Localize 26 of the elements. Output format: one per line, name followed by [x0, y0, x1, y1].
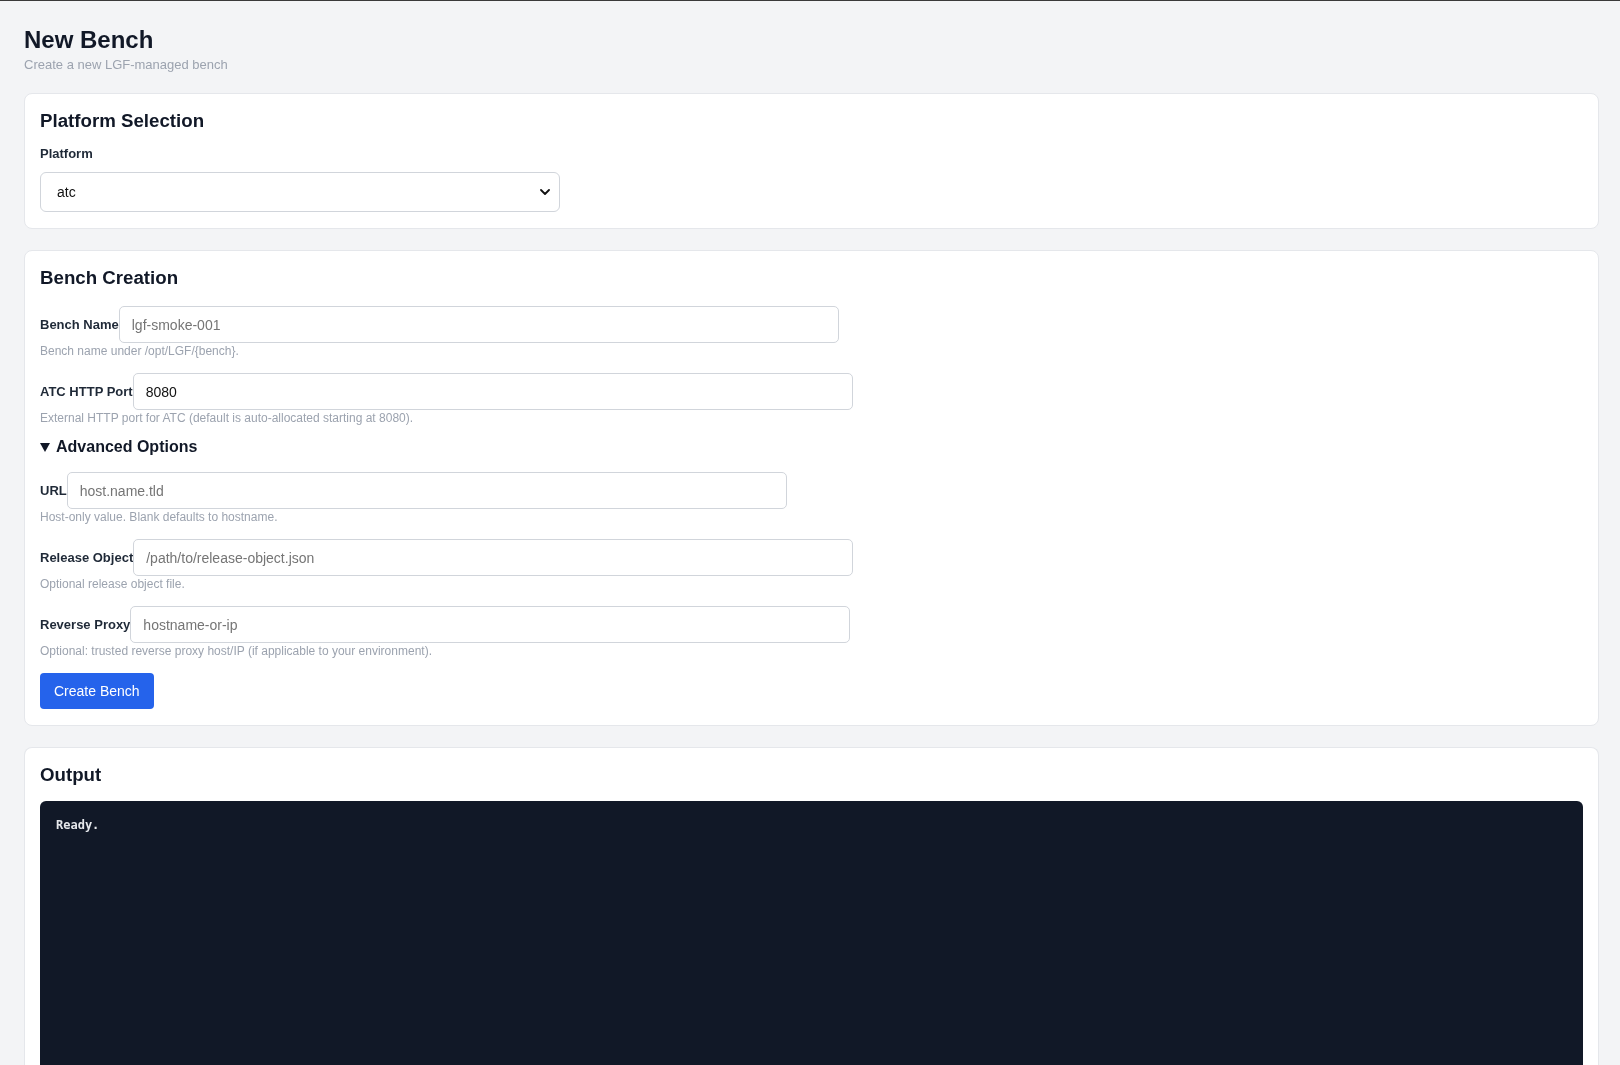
help-text: Optional release object file.: [40, 576, 186, 592]
field-label: Platform: [40, 146, 94, 162]
field-label: URL: [40, 482, 67, 499]
create-button[interactable]: Create Bench: [40, 673, 154, 709]
advanced-options-toggle[interactable]: Advanced Options: [40, 437, 198, 457]
page-subtitle: Create a new LGF-managed bench: [24, 57, 229, 73]
section-title: Platform Selection: [40, 110, 206, 132]
field-label: Bench Name: [40, 316, 119, 333]
input-field[interactable]: /path/to/release-object.json: [133, 539, 854, 576]
input-field[interactable]: 8080: [132, 373, 853, 410]
input-field[interactable]: hostname-or-ip: [130, 606, 851, 643]
help-text: External HTTP port for ATC (default is auto-allocated starting at 8080).: [40, 410, 415, 426]
platform-select[interactable]: atc: [40, 172, 560, 212]
help-text: Host-only value. Blank defaults to hostname.: [40, 509, 279, 525]
section-title: Bench Creation: [40, 267, 180, 289]
input-field[interactable]: lgf-smoke-001: [118, 306, 839, 343]
field-label: ATC HTTP Port: [40, 383, 133, 400]
page-title: New Bench: [24, 25, 155, 55]
chevron-icon: [540, 189, 550, 195]
field-label: Reverse Proxy: [40, 616, 131, 633]
output-console: Ready.: [40, 801, 1583, 1065]
help-text: Optional: trusted reverse proxy host/IP (if applicable to your environment).: [40, 643, 433, 659]
section-title: Output: [40, 764, 103, 786]
input-field[interactable]: host.name.tld: [66, 472, 787, 509]
help-text: Bench name under /opt/LGF/{bench}.: [40, 343, 240, 359]
field-label: Release Object: [40, 549, 134, 566]
